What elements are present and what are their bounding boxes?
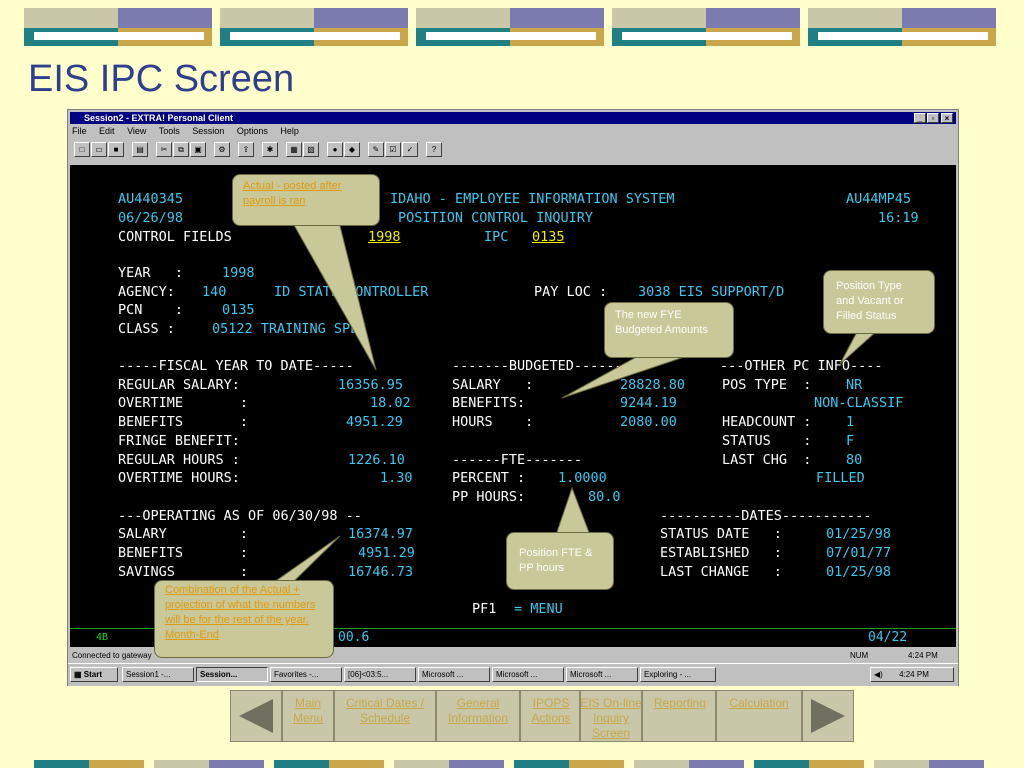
eis-online-link[interactable]: EIS On-line Inquiry Screen <box>580 696 642 741</box>
general-info-link[interactable]: General Information <box>440 696 516 726</box>
forward-button[interactable] <box>802 690 854 742</box>
fye-pointer <box>561 354 691 399</box>
ipops-link[interactable]: IPOPS Actions <box>524 696 578 726</box>
back-button[interactable] <box>230 690 282 742</box>
back-arrow-icon <box>239 699 273 733</box>
callout-fte: Position FTE & PP hours <box>506 532 614 590</box>
reporting-link[interactable]: Reporting <box>646 696 714 711</box>
bottom-navigation: Main Menu Critical Dates / Schedule Gene… <box>230 690 854 742</box>
calculation-link[interactable]: Calculation <box>720 696 798 711</box>
callout-combination: Combination of the Actual + projection o… <box>154 580 334 658</box>
critical-dates-link[interactable]: Critical Dates / Schedule <box>340 696 430 726</box>
callout-position-type: Position Type and Vacant or Filled Statu… <box>823 270 935 334</box>
main-menu-link[interactable]: Main Menu <box>288 696 328 726</box>
callout-actual: Actual - posted after payroll is ran <box>232 174 380 226</box>
fte-pointer <box>555 486 591 536</box>
combo-pointer <box>268 535 341 586</box>
actual-pointer <box>289 217 377 371</box>
forward-arrow-icon <box>811 699 845 733</box>
callout-fye: The new FYE Budgeted Amounts <box>604 302 734 358</box>
postype-pointer <box>839 329 880 365</box>
